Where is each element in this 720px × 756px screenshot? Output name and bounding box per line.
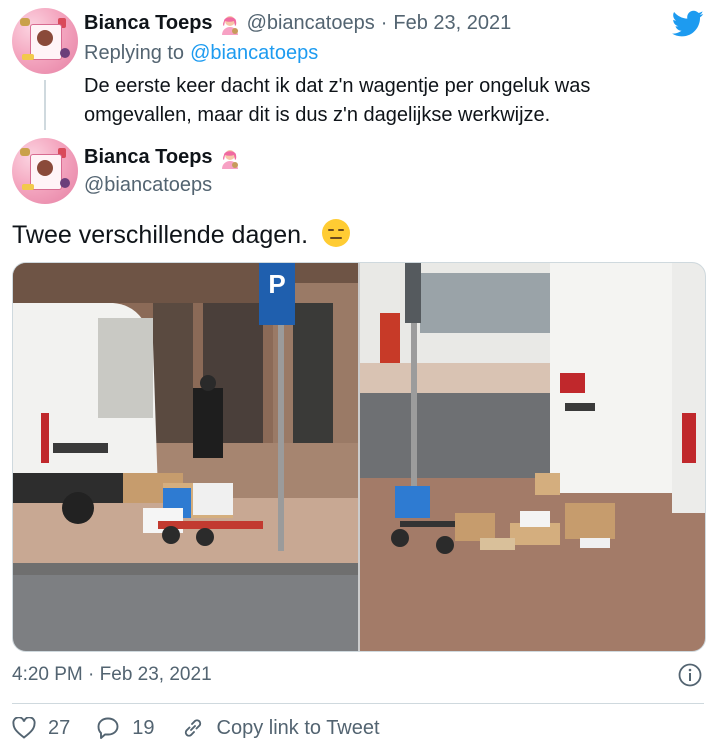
reply-button[interactable]: 19 [96, 716, 155, 740]
separator-dot: · [380, 12, 388, 34]
tweet-timestamp[interactable]: 4:20 PM · Feb 23, 2021 [12, 664, 212, 686]
thread-line [44, 80, 46, 130]
main-handle-row: @biancatoeps [84, 174, 212, 197]
replying-to: Replying to @biancatoeps [84, 42, 318, 65]
photo-left[interactable]: P [13, 263, 358, 651]
woman-artist-emoji-icon [221, 15, 238, 35]
display-name[interactable]: Bianca Toeps [84, 12, 213, 35]
woman-artist-emoji-icon [221, 149, 238, 169]
like-count: 27 [48, 716, 71, 739]
replying-handle-link[interactable]: @biancatoeps [190, 42, 318, 65]
info-icon[interactable] [678, 663, 702, 687]
copy-link-label: Copy link to Tweet [216, 716, 380, 739]
replying-prefix: Replying to [84, 42, 185, 64]
main-header: Bianca Toeps [84, 146, 241, 169]
parking-sign-letter: P [268, 269, 285, 299]
avatar[interactable] [12, 8, 78, 74]
reply-icon [97, 717, 119, 739]
divider [12, 703, 704, 704]
reply-header: Bianca Toeps @biancatoeps · Feb 23, 2021 [84, 12, 511, 35]
display-name[interactable]: Bianca Toeps [84, 146, 213, 169]
tweet-date[interactable]: Feb 23, 2021 [393, 12, 511, 35]
photo-right[interactable] [360, 263, 705, 651]
tweet-media[interactable]: P [12, 262, 706, 652]
reply-tweet-text: De eerste keer dacht ik dat z'n wagentje… [84, 75, 591, 126]
heart-icon [12, 717, 36, 739]
expressionless-face-emoji-icon [321, 219, 350, 247]
tweet-time: 4:20 PM [12, 664, 83, 685]
avatar[interactable] [12, 138, 78, 204]
handle[interactable]: @biancatoeps [84, 174, 212, 197]
main-tweet-text-row: Twee verschillende dagen. [12, 218, 351, 250]
tweet-date: Feb 23, 2021 [99, 664, 212, 685]
link-icon [184, 719, 201, 737]
separator-dot: · [88, 664, 100, 685]
twitter-bird-icon[interactable] [672, 10, 704, 38]
handle[interactable]: @biancatoeps [247, 12, 375, 35]
main-tweet-text: Twee verschillende dagen. [12, 221, 309, 249]
copy-link-button[interactable]: Copy link to Tweet [181, 716, 380, 740]
reply-count: 19 [132, 716, 155, 739]
action-bar: 27 19 Copy link to Tweet [12, 716, 406, 740]
like-button[interactable]: 27 [12, 717, 70, 740]
